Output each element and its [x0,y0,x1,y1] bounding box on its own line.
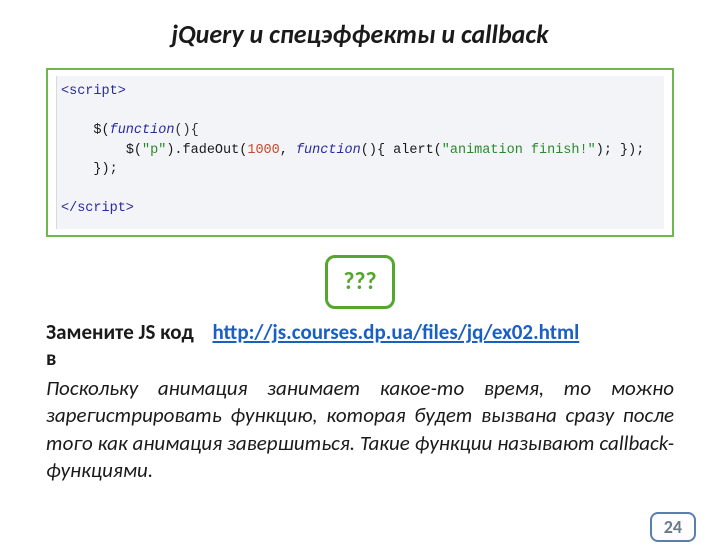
question-text: ??? [343,267,376,296]
code-block: <script> $(function(){ $("p").fadeOut(10… [46,68,674,237]
code-l2e: ); }); [596,143,645,158]
code-str2: "animation finish!" [442,143,596,158]
code-open-tag: <script> [61,84,126,99]
example-link[interactable]: http://js.courses.dp.ua/files/jq/ex02.ht… [212,319,579,345]
body-paragraph: Поскольку анимация занимает какое-то вре… [46,375,674,484]
code-num: 1000 [247,143,279,158]
slide-title: jQuery и спецэффекты и callback [0,18,720,50]
question-badge: ??? [325,255,395,309]
code-l2d: (){ alert( [361,143,442,158]
code-l1-rest: (){ [174,123,198,138]
instruction-row: Замените JS код http://js.courses.dp.ua/… [46,319,674,345]
code-l2c: , [280,143,296,158]
instruction-suffix: в [46,345,674,371]
code-l3: }); [93,162,117,177]
code-l2b: ).fadeOut( [166,143,247,158]
code-close-tag: </script> [61,201,134,216]
code-fn-kw: function [110,123,175,138]
page-number: 24 [650,512,696,542]
code-str1: "p" [142,143,166,158]
instruction-prefix: Замените JS код [46,319,194,345]
code-content: <script> $(function(){ $("p").fadeOut(10… [56,76,664,229]
code-l2a: $( [126,143,142,158]
code-fn-kw2: function [296,143,361,158]
